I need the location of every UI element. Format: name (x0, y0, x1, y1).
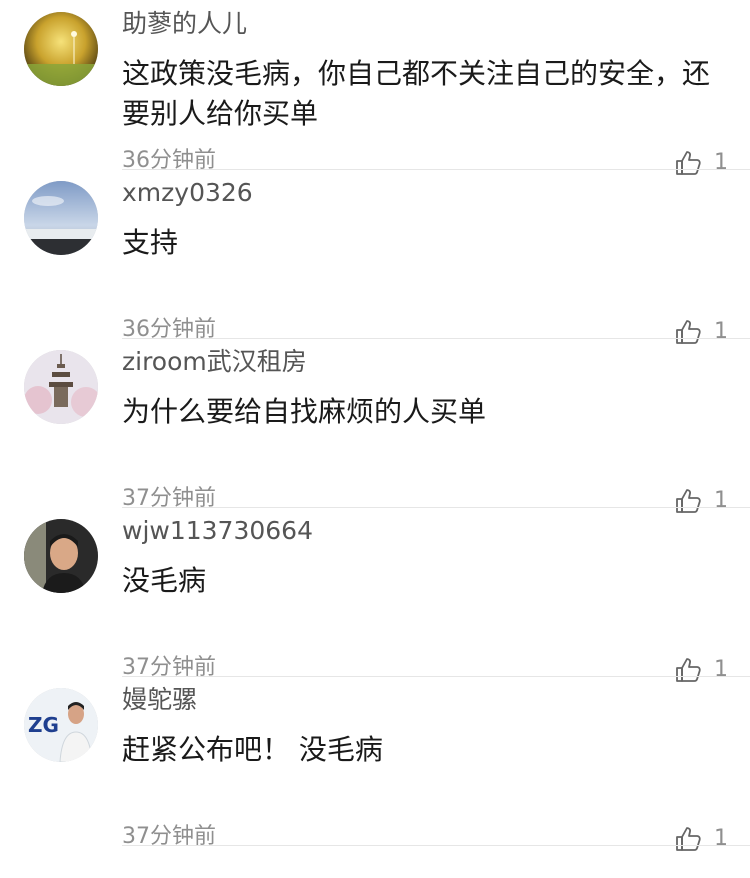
comment-item: ZG 嫚鸵骡 赶紧公布吧！ 没毛病 37分钟前 1 (0, 676, 750, 851)
comment-text: 没毛病 (122, 564, 207, 597)
svg-text:ZG: ZG (28, 713, 59, 737)
comment-text: 支持 (122, 226, 179, 259)
divider (122, 845, 750, 846)
like-count: 1 (714, 826, 728, 851)
username[interactable]: wjw113730664 (122, 513, 313, 549)
username[interactable]: ziroom武汉租房 (122, 344, 307, 380)
sunset-field-avatar-image (24, 12, 98, 86)
logo-person-avatar-image: ZG (24, 688, 98, 762)
avatar[interactable] (24, 350, 98, 424)
comment-item: xmzy0326 支持 36分钟前 1 (0, 169, 750, 344)
comment-item: 助蓼的人儿 这政策没毛病，你自己都不关注自己的安全，还要别人给你买单 36分钟前… (0, 0, 750, 175)
comment-item: ziroom武汉租房 为什么要给自找麻烦的人买单 37分钟前 1 (0, 338, 750, 513)
comment-text: 赶紧公布吧！ 没毛病 (122, 733, 383, 766)
username[interactable]: xmzy0326 (122, 175, 253, 211)
comment-item: wjw113730664 没毛病 37分钟前 1 (0, 507, 750, 682)
avatar[interactable] (24, 12, 98, 86)
like-button[interactable]: 1 (674, 824, 728, 854)
avatar[interactable] (24, 181, 98, 255)
avatar[interactable]: ZG (24, 688, 98, 762)
comment-list: 助蓼的人儿 这政策没毛病，你自己都不关注自己的安全，还要别人给你买单 36分钟前… (0, 0, 750, 878)
username[interactable]: 嫚鸵骡 (122, 682, 197, 718)
avatar[interactable] (24, 519, 98, 593)
thumbs-up-icon (676, 827, 701, 851)
sky-landscape-avatar-image (24, 181, 98, 255)
pagoda-blossom-avatar-image (24, 350, 98, 424)
comment-text: 这政策没毛病，你自己都不关注自己的安全，还要别人给你买单 (122, 57, 711, 130)
comment-text: 为什么要给自找麻烦的人买单 (122, 395, 487, 428)
comment-time: 37分钟前 (122, 824, 216, 849)
username[interactable]: 助蓼的人儿 (122, 6, 247, 42)
man-portrait-avatar-image (24, 519, 98, 593)
